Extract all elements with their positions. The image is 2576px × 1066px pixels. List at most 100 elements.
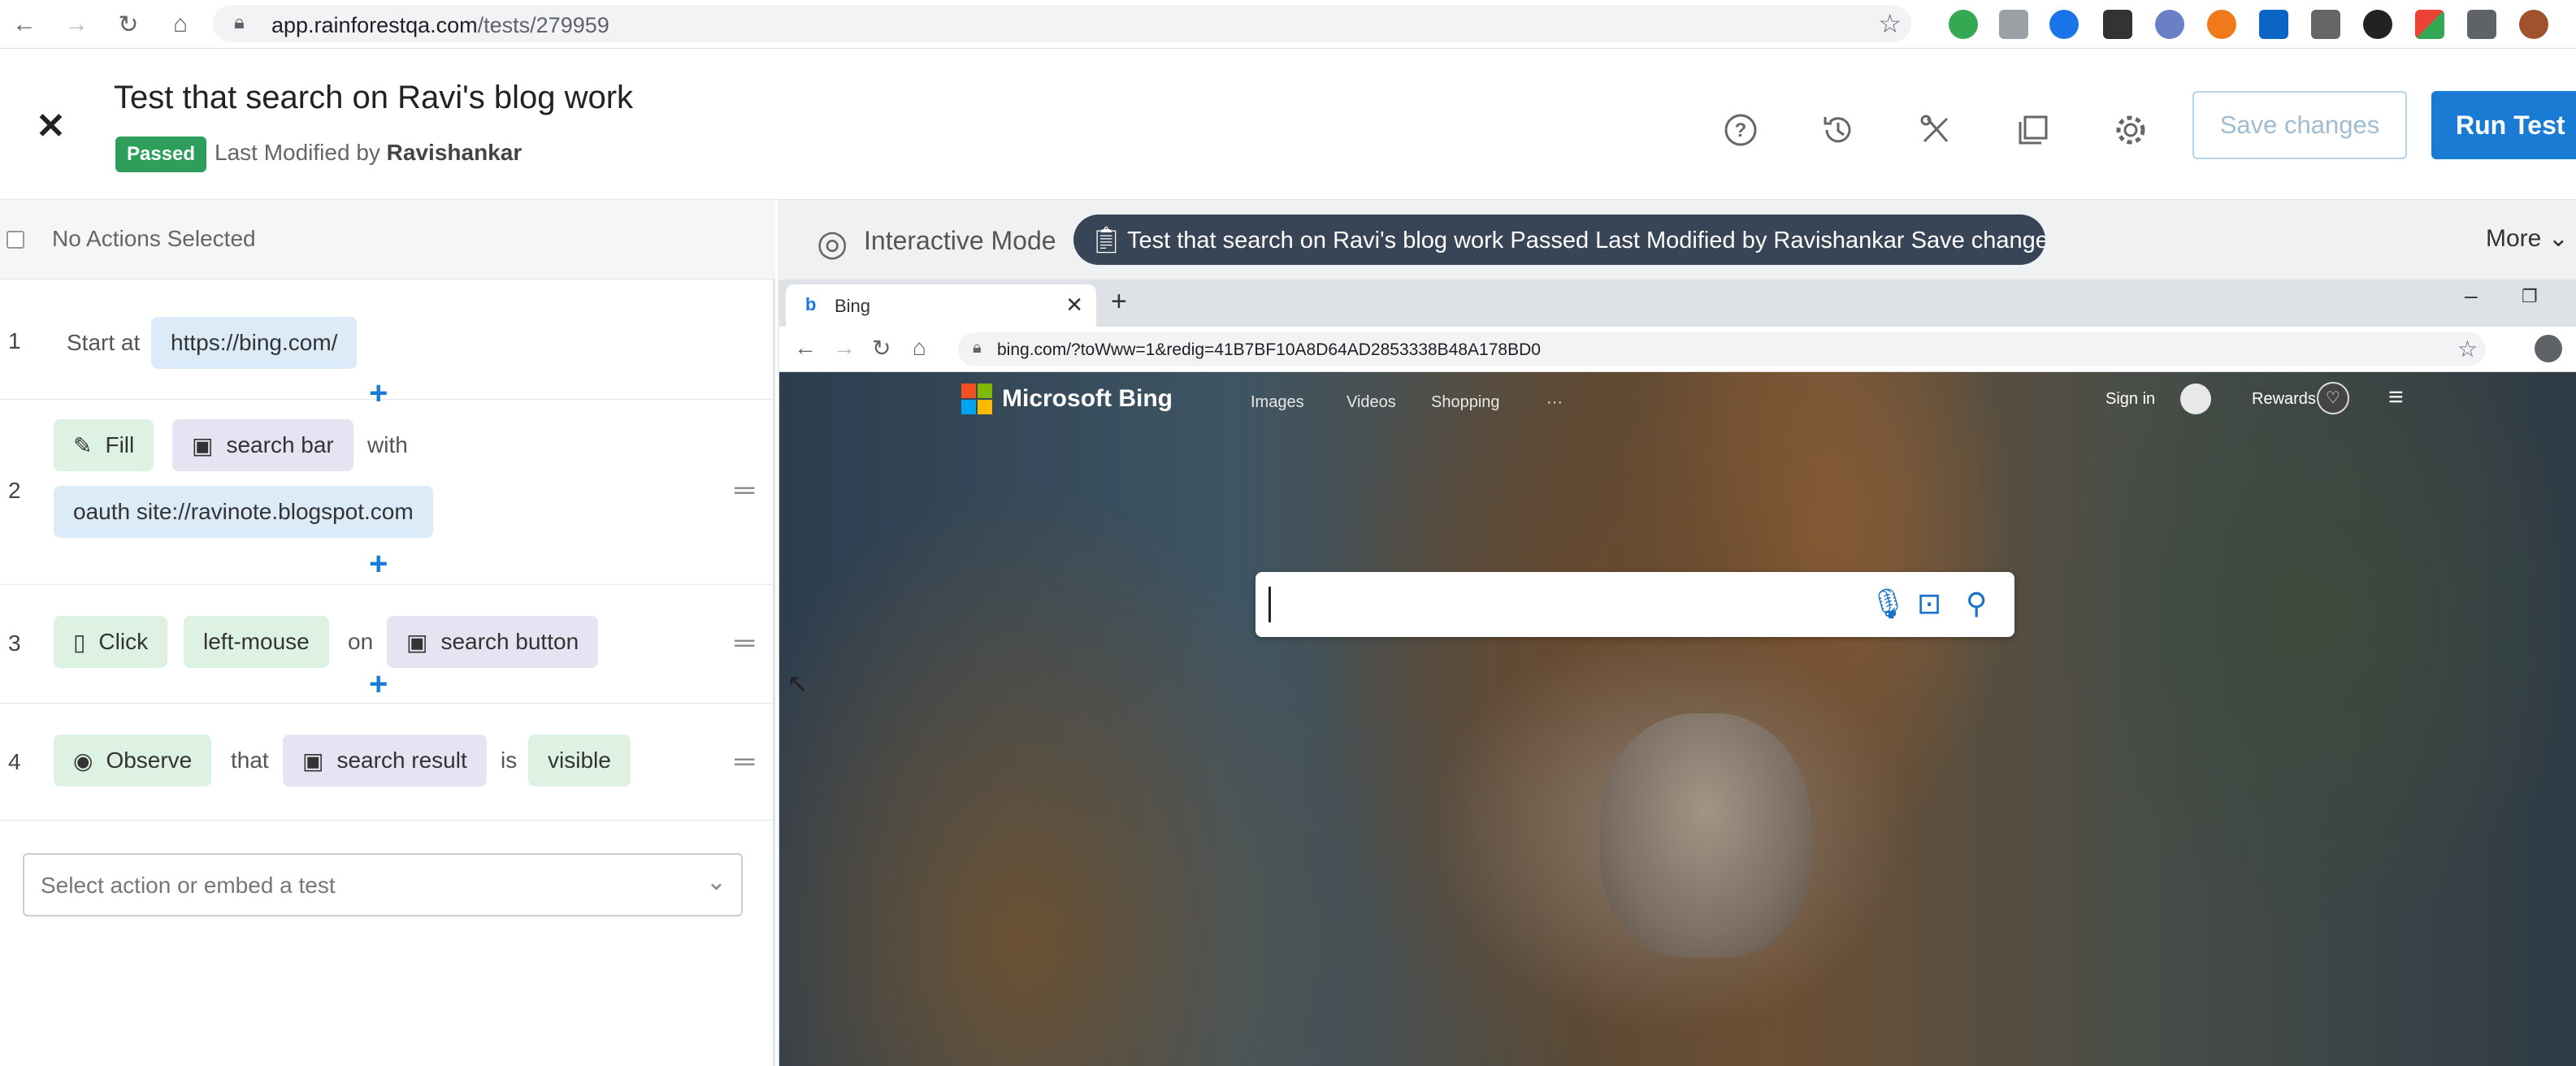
action-label: Fill [105, 432, 135, 457]
image-icon: ▣ [406, 629, 428, 655]
bookmark-star-icon[interactable]: ☆ [1878, 8, 1902, 39]
click-action-chip[interactable]: ▯ Click [54, 616, 168, 668]
select-all-checkbox[interactable] [7, 231, 24, 249]
forward-icon[interactable]: → [59, 6, 94, 42]
rewards-link[interactable]: Rewards [2252, 390, 2316, 409]
step-number: 4 [8, 749, 21, 774]
bing-nav-images[interactable]: Images [1251, 393, 1304, 412]
inner-nav-bar: ← → ↻ ⌂ 🔒︎ bing.com/?toWww=1&redig=41B7B… [779, 327, 2576, 372]
restore-icon[interactable]: ❐ [2522, 286, 2538, 307]
bing-logo[interactable]: Microsoft Bing [961, 384, 1173, 414]
visual-search-icon[interactable]: ⊡ [1917, 587, 1941, 621]
observe-action-chip[interactable]: ◉ Observe [54, 734, 212, 786]
address-bar[interactable]: 🔒︎ app.rainforestqa.com/tests/279959 ☆ [213, 5, 1911, 42]
save-changes-button[interactable]: Save changes [2192, 91, 2407, 159]
microphone-icon[interactable]: 🎙︎ [1870, 587, 1907, 621]
lock-icon: 🔒︎ [973, 339, 982, 357]
start-at-label: Start at [67, 330, 141, 355]
step-row: 3 ▯ Click left-mouse on ▣ search button ═ … [0, 585, 775, 704]
close-tab-icon[interactable]: ✕ [1065, 292, 1083, 318]
search-icon[interactable]: ⚲ [1966, 587, 1987, 621]
embedded-browser[interactable]: b Bing ✕ + – ❐ ← → ↻ ⌂ 🔒︎ bing.com/?toWw… [779, 280, 2576, 1066]
start-url-chip[interactable]: https://bing.com/ [151, 317, 358, 369]
that-label: that [231, 748, 269, 773]
copy-icon[interactable] [2009, 106, 2058, 154]
status-badge: Passed [115, 136, 207, 172]
hamburger-menu-icon[interactable]: ≡ [2388, 382, 2404, 412]
account-icon[interactable] [2535, 335, 2562, 362]
visibility-state-chip[interactable]: visible [528, 734, 631, 786]
linkedin-extension-icon[interactable] [2259, 10, 2288, 39]
extension-icon[interactable] [2155, 10, 2184, 39]
search-bar-target-chip[interactable]: ▣ search bar [172, 419, 353, 471]
home-icon[interactable]: ⌂ [913, 335, 926, 361]
action-select[interactable]: Select action or embed a test ⌄ [23, 853, 743, 916]
extension-icon[interactable] [2415, 10, 2444, 39]
drag-handle-icon[interactable]: ═ [735, 627, 754, 659]
svg-text:?: ? [1735, 119, 1747, 141]
bing-nav-shopping[interactable]: Shopping [1431, 393, 1500, 412]
bing-nav-more[interactable]: ··· [1546, 393, 1563, 412]
home-icon[interactable]: ⌂ [163, 6, 198, 42]
inner-tab[interactable]: b Bing ✕ [786, 284, 1096, 327]
extension-icon[interactable] [1949, 10, 1978, 39]
extension-icon[interactable] [2311, 10, 2340, 39]
extension-icon[interactable] [2207, 10, 2236, 39]
tools-icon[interactable] [1911, 106, 1960, 154]
history-icon[interactable] [1814, 106, 1863, 154]
step-row: 2 ✎ Fill ▣ search bar with oauth site://ra… [0, 400, 775, 585]
reload-icon[interactable]: ↻ [872, 335, 891, 362]
minimize-icon[interactable]: – [2465, 283, 2478, 309]
chevron-down-icon: ⌄ [705, 869, 726, 895]
target-label: search button [440, 629, 579, 654]
puzzle-icon[interactable] [2467, 10, 2496, 39]
rewards-icon[interactable]: ♡ [2317, 382, 2349, 414]
bing-nav-videos[interactable]: Videos [1347, 393, 1396, 412]
close-icon[interactable]: ✕ [36, 106, 66, 147]
profile-avatar[interactable] [2519, 10, 2548, 39]
drag-handle-icon[interactable]: ═ [735, 474, 754, 506]
step-number: 3 [8, 630, 21, 656]
search-result-target-chip[interactable]: ▣ search result [283, 734, 487, 786]
drag-handle-icon[interactable]: ═ [735, 746, 754, 778]
selection-bar: No Actions Selected [0, 200, 775, 280]
new-tab-icon[interactable]: + [1111, 286, 1127, 318]
add-step-icon[interactable]: + [369, 546, 388, 583]
steps-panel: No Actions Selected 1 Start at https://b… [0, 200, 775, 1066]
extension-icon[interactable] [1999, 10, 2028, 39]
action-label: Observe [106, 748, 193, 773]
run-test-button[interactable]: Run Test [2431, 91, 2576, 159]
help-icon[interactable]: ? [1716, 106, 1765, 154]
gear-icon[interactable] [2106, 106, 2155, 154]
inner-tab-title: Bing [835, 296, 871, 316]
fill-value-chip[interactable]: oauth site://ravinote.blogspot.com [54, 486, 433, 538]
page-title: Test that search on Ravi's blog work [114, 80, 634, 115]
bookmark-star-icon[interactable]: ☆ [2457, 336, 2478, 362]
search-button-target-chip[interactable]: ▣ search button [387, 616, 599, 668]
sign-in-link[interactable]: Sign in [2105, 390, 2155, 409]
selection-label: No Actions Selected [52, 226, 256, 251]
eye-icon: ◉ [73, 748, 93, 774]
fill-action-chip[interactable]: ✎ Fill [54, 419, 154, 471]
add-step-icon[interactable]: + [369, 666, 388, 703]
qr-extension-icon[interactable] [2103, 10, 2132, 39]
avatar[interactable] [2180, 384, 2211, 414]
forward-icon[interactable]: → [833, 335, 856, 361]
target-label: search bar [226, 432, 334, 457]
action-label: Click [98, 629, 149, 654]
edit-icon: ✎ [73, 432, 93, 458]
back-icon[interactable]: ← [7, 6, 42, 42]
inner-address-bar[interactable]: 🔒︎ bing.com/?toWww=1&redig=41B7BF10A8D64… [958, 332, 2486, 366]
inner-url: bing.com/?toWww=1&redig=41B7BF10A8D64AD2… [997, 340, 1541, 359]
action-select-placeholder: Select action or embed a test [41, 873, 336, 898]
is-label: is [501, 748, 518, 773]
step-row: 1 Start at https://bing.com/ + [0, 280, 775, 411]
extension-icon[interactable] [2049, 10, 2079, 39]
reload-icon[interactable]: ↻ [111, 6, 146, 42]
back-icon[interactable]: ← [794, 335, 817, 361]
mouse-button-chip[interactable]: left-mouse [184, 616, 329, 668]
more-menu[interactable]: More ⌄ [2486, 224, 2569, 253]
extension-icon[interactable] [2363, 10, 2392, 39]
bing-search-input[interactable]: 🎙︎ ⊡ ⚲ [1255, 572, 2014, 637]
interactive-mode-label[interactable]: Interactive Mode [864, 226, 1056, 256]
